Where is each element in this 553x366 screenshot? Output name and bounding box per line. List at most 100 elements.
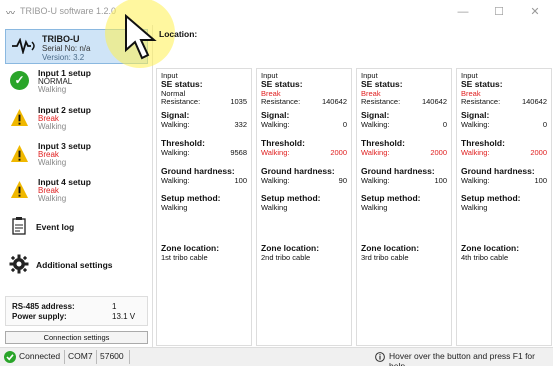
card-zone-label: Zone location:: [361, 243, 420, 253]
warning-icon: [10, 144, 29, 163]
app-logo-icon: 〰: [6, 8, 16, 18]
connection-settings-button[interactable]: Connection settings: [5, 331, 148, 344]
input-card-3: Input SE status: Break Resistance: 140642 Sig…: [356, 68, 452, 346]
card-signal-label: Signal:: [361, 110, 390, 120]
card-resistance: 140642: [321, 97, 347, 106]
card-se-status-label: SE status:: [461, 79, 503, 89]
card-se-status-label: SE status:: [261, 79, 303, 89]
card-threshold: 2000: [530, 148, 547, 157]
rs485-address-value: 1: [112, 302, 117, 311]
rs485-info-panel: RS-485 address: 1 Power supply: 13.1 V: [5, 296, 148, 326]
card-zone: 3rd tribo cable: [361, 253, 409, 262]
card-resistance-label: Resistance:: [261, 97, 301, 106]
card-threshold: 2000: [330, 148, 347, 157]
card-ground-mode: Walking:: [161, 176, 190, 185]
card-threshold-label: Threshold:: [261, 138, 305, 148]
device-version: Version: 3.2: [42, 53, 85, 62]
input-2-setup-button[interactable]: Input 2 setup Break Walking: [10, 105, 148, 139]
card-ground-label: Ground hardness:: [361, 166, 435, 176]
device-serial: Serial No: n/a: [42, 44, 91, 53]
card-ground: 100: [234, 176, 247, 185]
card-setup: Walking: [361, 203, 388, 212]
card-threshold-mode: Walking:: [261, 148, 290, 157]
title-bar: 〰 TRIBO-U software 1.2.0 — ☐ ✕: [0, 0, 553, 25]
event-log-button[interactable]: Event log: [5, 215, 148, 237]
card-signal: 0: [442, 120, 447, 129]
device-name: TRIBO-U: [42, 34, 80, 44]
card-resistance-label: Resistance:: [461, 97, 501, 106]
card-zone: 1st tribo cable: [161, 253, 208, 262]
card-zone-label: Zone location:: [261, 243, 320, 253]
info-icon: [375, 352, 385, 362]
card-se-status-label: SE status:: [361, 79, 403, 89]
power-supply-value: 13.1 V: [112, 312, 136, 321]
additional-settings-button[interactable]: Additional settings: [5, 251, 148, 277]
event-log-label: Event log: [36, 222, 75, 232]
card-threshold-mode: Walking:: [161, 148, 190, 157]
card-setup: Walking: [261, 203, 288, 212]
card-setup-label: Setup method:: [161, 193, 221, 203]
card-threshold-mode: Walking:: [361, 148, 390, 157]
input-1-setup-button[interactable]: ✓ Input 1 setup NORMAL Walking: [10, 68, 148, 102]
card-resistance-label: Resistance:: [161, 97, 201, 106]
pulse-icon: [12, 37, 38, 57]
card-signal-mode: Walking:: [361, 120, 390, 129]
card-threshold-mode: Walking:: [461, 148, 490, 157]
card-resistance: 1035: [230, 97, 247, 106]
input-3-setup-button[interactable]: Input 3 setup Break Walking: [10, 141, 148, 175]
card-threshold-label: Threshold:: [161, 138, 205, 148]
card-zone-label: Zone location:: [461, 243, 520, 253]
card-signal: 0: [542, 120, 547, 129]
checkmark-icon: ✓: [10, 71, 29, 90]
warning-icon: [10, 180, 29, 199]
power-supply-label: Power supply:: [12, 312, 67, 321]
card-setup: Walking: [161, 203, 188, 212]
help-hint: Hover over the button and press F1 for h…: [389, 351, 535, 366]
maximize-button[interactable]: ☐: [481, 0, 517, 25]
baud-label: 57600: [100, 351, 124, 361]
input-mode: Walking: [38, 158, 67, 167]
card-resistance-label: Resistance:: [361, 97, 401, 106]
connected-check-icon: [4, 351, 16, 363]
input-card-1: Input SE status: Normal Resistance: 1035 Sign…: [156, 68, 252, 346]
window-title: TRIBO-U software 1.2.0: [20, 6, 117, 16]
input-card-4: Input SE status: Break Resistance: 140642 Sig…: [456, 68, 552, 346]
card-threshold: 2000: [430, 148, 447, 157]
card-se-status-label: SE status:: [161, 79, 203, 89]
card-setup-label: Setup method:: [461, 193, 521, 203]
card-ground: 100: [434, 176, 447, 185]
card-setup-label: Setup method:: [361, 193, 421, 203]
separator: [96, 350, 97, 364]
sidebar: TRIBO-U Serial No: n/a Version: 3.2 ✓ In…: [0, 25, 153, 347]
card-signal-mode: Walking:: [461, 120, 490, 129]
card-zone: 2nd tribo cable: [261, 253, 311, 262]
card-signal-mode: Walking:: [261, 120, 290, 129]
card-resistance: 140642: [521, 97, 547, 106]
card-setup-label: Setup method:: [261, 193, 321, 203]
main-panel: Location: Input SE status: Normal Resistanc…: [153, 25, 553, 347]
card-zone: 4th tribo cable: [461, 253, 509, 262]
additional-settings-label: Additional settings: [36, 260, 113, 270]
card-ground: 100: [534, 176, 547, 185]
card-signal: 0: [342, 120, 347, 129]
card-setup: Walking: [461, 203, 488, 212]
card-ground-mode: Walking:: [361, 176, 390, 185]
card-ground-mode: Walking:: [261, 176, 290, 185]
card-signal-label: Signal:: [261, 110, 290, 120]
port-label: COM7: [68, 351, 93, 361]
close-button[interactable]: ✕: [517, 0, 553, 25]
card-threshold: 9568: [230, 148, 247, 157]
status-bar: Connected COM7 57600 Hover over the butt…: [0, 347, 553, 366]
minimize-button[interactable]: —: [445, 0, 481, 25]
connection-status: Connected: [19, 351, 61, 361]
gear-icon: [9, 254, 29, 274]
card-ground-label: Ground hardness:: [161, 166, 235, 176]
separator: [129, 350, 130, 364]
warning-icon: [10, 108, 29, 127]
rs485-address-label: RS-485 address:: [12, 302, 75, 311]
card-resistance: 140642: [421, 97, 447, 106]
event-log-icon: [12, 217, 26, 235]
input-mode: Walking: [38, 194, 67, 203]
card-zone-label: Zone location:: [161, 243, 220, 253]
input-4-setup-button[interactable]: Input 4 setup Break Walking: [10, 177, 148, 211]
